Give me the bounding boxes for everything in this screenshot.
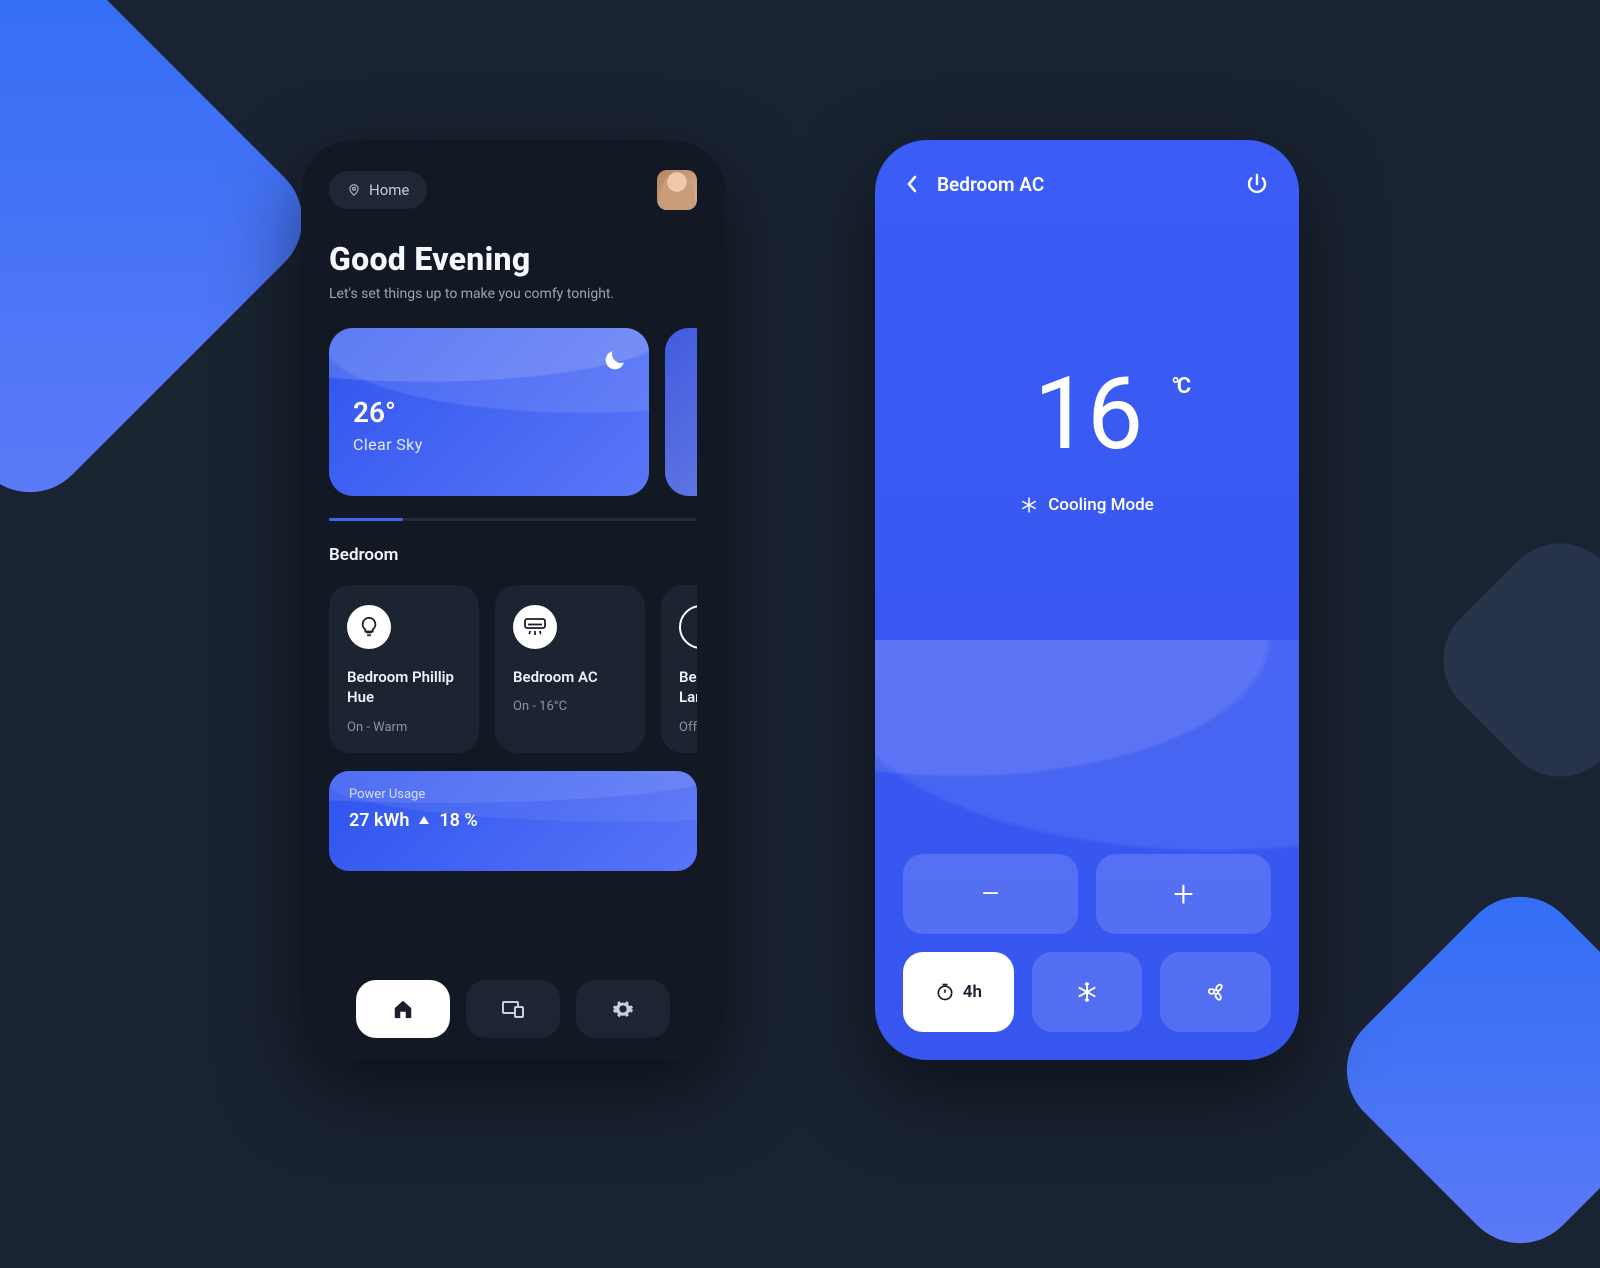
weather-card-next[interactable] [665,328,697,496]
device-name: Bedroom Lamp [679,667,697,708]
device-icon [679,605,697,649]
power-icon[interactable] [1245,172,1269,196]
home-screen: Home Good Evening Let's set things up to… [301,140,725,1060]
device-status: On - Warm [347,720,461,735]
moon-icon [601,348,627,374]
home-icon [392,998,414,1020]
temp-decrease-button[interactable]: − [903,854,1078,934]
devices-icon [501,999,525,1019]
timer-label: 4h [963,982,982,1002]
fan-icon [1204,980,1228,1004]
timer-icon [935,982,955,1002]
device-status: On - 16°C [513,699,627,714]
location-pin-icon [347,183,361,197]
snowflake-icon [1020,496,1038,514]
greeting-title: Good Evening [329,240,697,278]
ac-mode: Cooling Mode [1048,495,1154,515]
lightbulb-icon [347,605,391,649]
back-icon[interactable] [905,175,919,193]
device-name: Bedroom Phillip Hue [347,667,461,708]
weather-card[interactable]: 26° Clear Sky [329,328,649,496]
avatar[interactable] [657,170,697,210]
timer-button[interactable]: 4h [903,952,1014,1032]
device-card-ac[interactable]: Bedroom AC On - 16°C [495,585,645,753]
device-name: Bedroom AC [513,667,627,687]
fan-button[interactable] [1160,952,1271,1032]
ac-detail-screen: Bedroom AC 16 °C Cooling Mode − + [875,140,1299,1060]
location-label: Home [369,181,409,199]
greeting-subtitle: Let's set things up to make you comfy to… [329,286,697,302]
gear-icon [612,998,634,1020]
ac-temperature: 16 °C [1034,356,1140,473]
nav-home-button[interactable] [356,980,450,1038]
section-title: Bedroom [329,545,697,565]
temp-increase-button[interactable]: + [1096,854,1271,934]
power-usage-card[interactable]: Power Usage 27 kWh 18 % [329,771,697,871]
location-pill[interactable]: Home [329,171,427,209]
temp-unit: °C [1171,374,1188,399]
page-title: Bedroom AC [937,173,1044,196]
section-tab-indicator[interactable] [329,518,697,521]
ac-icon [513,605,557,649]
nav-settings-button[interactable] [576,980,670,1038]
wave-decoration [329,771,697,871]
device-status: Off [679,720,697,735]
device-card-light[interactable]: Bedroom Phillip Hue On - Warm [329,585,479,753]
mode-button[interactable] [1032,952,1143,1032]
nav-devices-button[interactable] [466,980,560,1038]
device-card-lamp[interactable]: Bedroom Lamp Off [661,585,697,753]
snowflake-icon [1076,981,1098,1003]
